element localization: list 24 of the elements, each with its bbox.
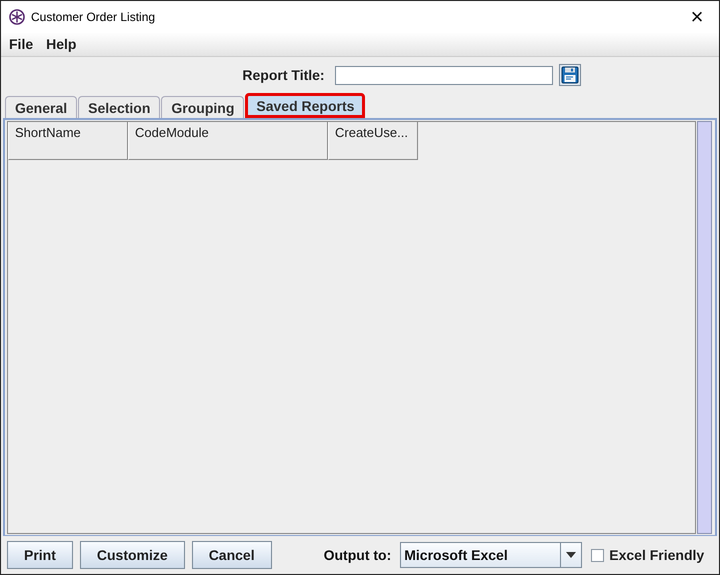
field-label: Report Title: — [242, 67, 325, 83]
column-header[interactable]: CodeModule — [128, 122, 328, 160]
output-dropdown[interactable]: Microsoft Excel — [400, 542, 582, 568]
tab[interactable]: Selection — [78, 96, 160, 118]
menu-item[interactable]: Help — [46, 36, 76, 52]
scrollbar[interactable] — [697, 121, 712, 534]
tab[interactable]: Saved Reports — [245, 93, 366, 118]
action-button[interactable]: Customize — [80, 541, 185, 569]
app-icon — [9, 8, 25, 24]
field-label: Output to: — [324, 547, 392, 563]
action-button[interactable]: Print — [7, 541, 73, 569]
column-header[interactable]: ShortName — [8, 122, 128, 160]
tab[interactable]: General — [5, 96, 78, 118]
close-button[interactable]: × — [675, 1, 719, 32]
save-button[interactable] — [558, 64, 581, 86]
checkbox-label: Excel Friendly — [609, 547, 704, 563]
column-header[interactable]: CreateUse... — [328, 122, 418, 160]
action-button[interactable]: Cancel — [192, 541, 272, 569]
caret-icon — [566, 552, 576, 558]
menu-item[interactable]: File — [9, 36, 34, 52]
checkbox[interactable] — [591, 548, 604, 562]
window-title: Customer Order Listing — [31, 10, 156, 24]
tab[interactable]: Grouping — [161, 96, 244, 118]
report-title-field[interactable] — [334, 66, 553, 84]
